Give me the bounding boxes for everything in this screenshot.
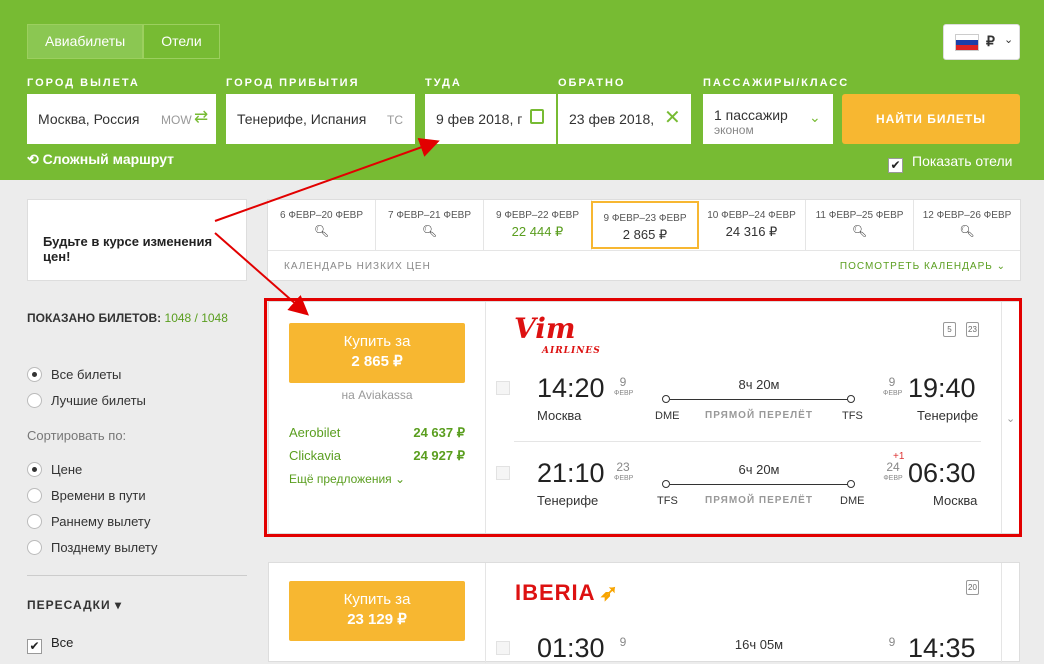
annotation-arrows	[214, 137, 440, 316]
arrow-to-depart-date	[214, 137, 440, 222]
arrow-to-ticket	[214, 232, 310, 316]
